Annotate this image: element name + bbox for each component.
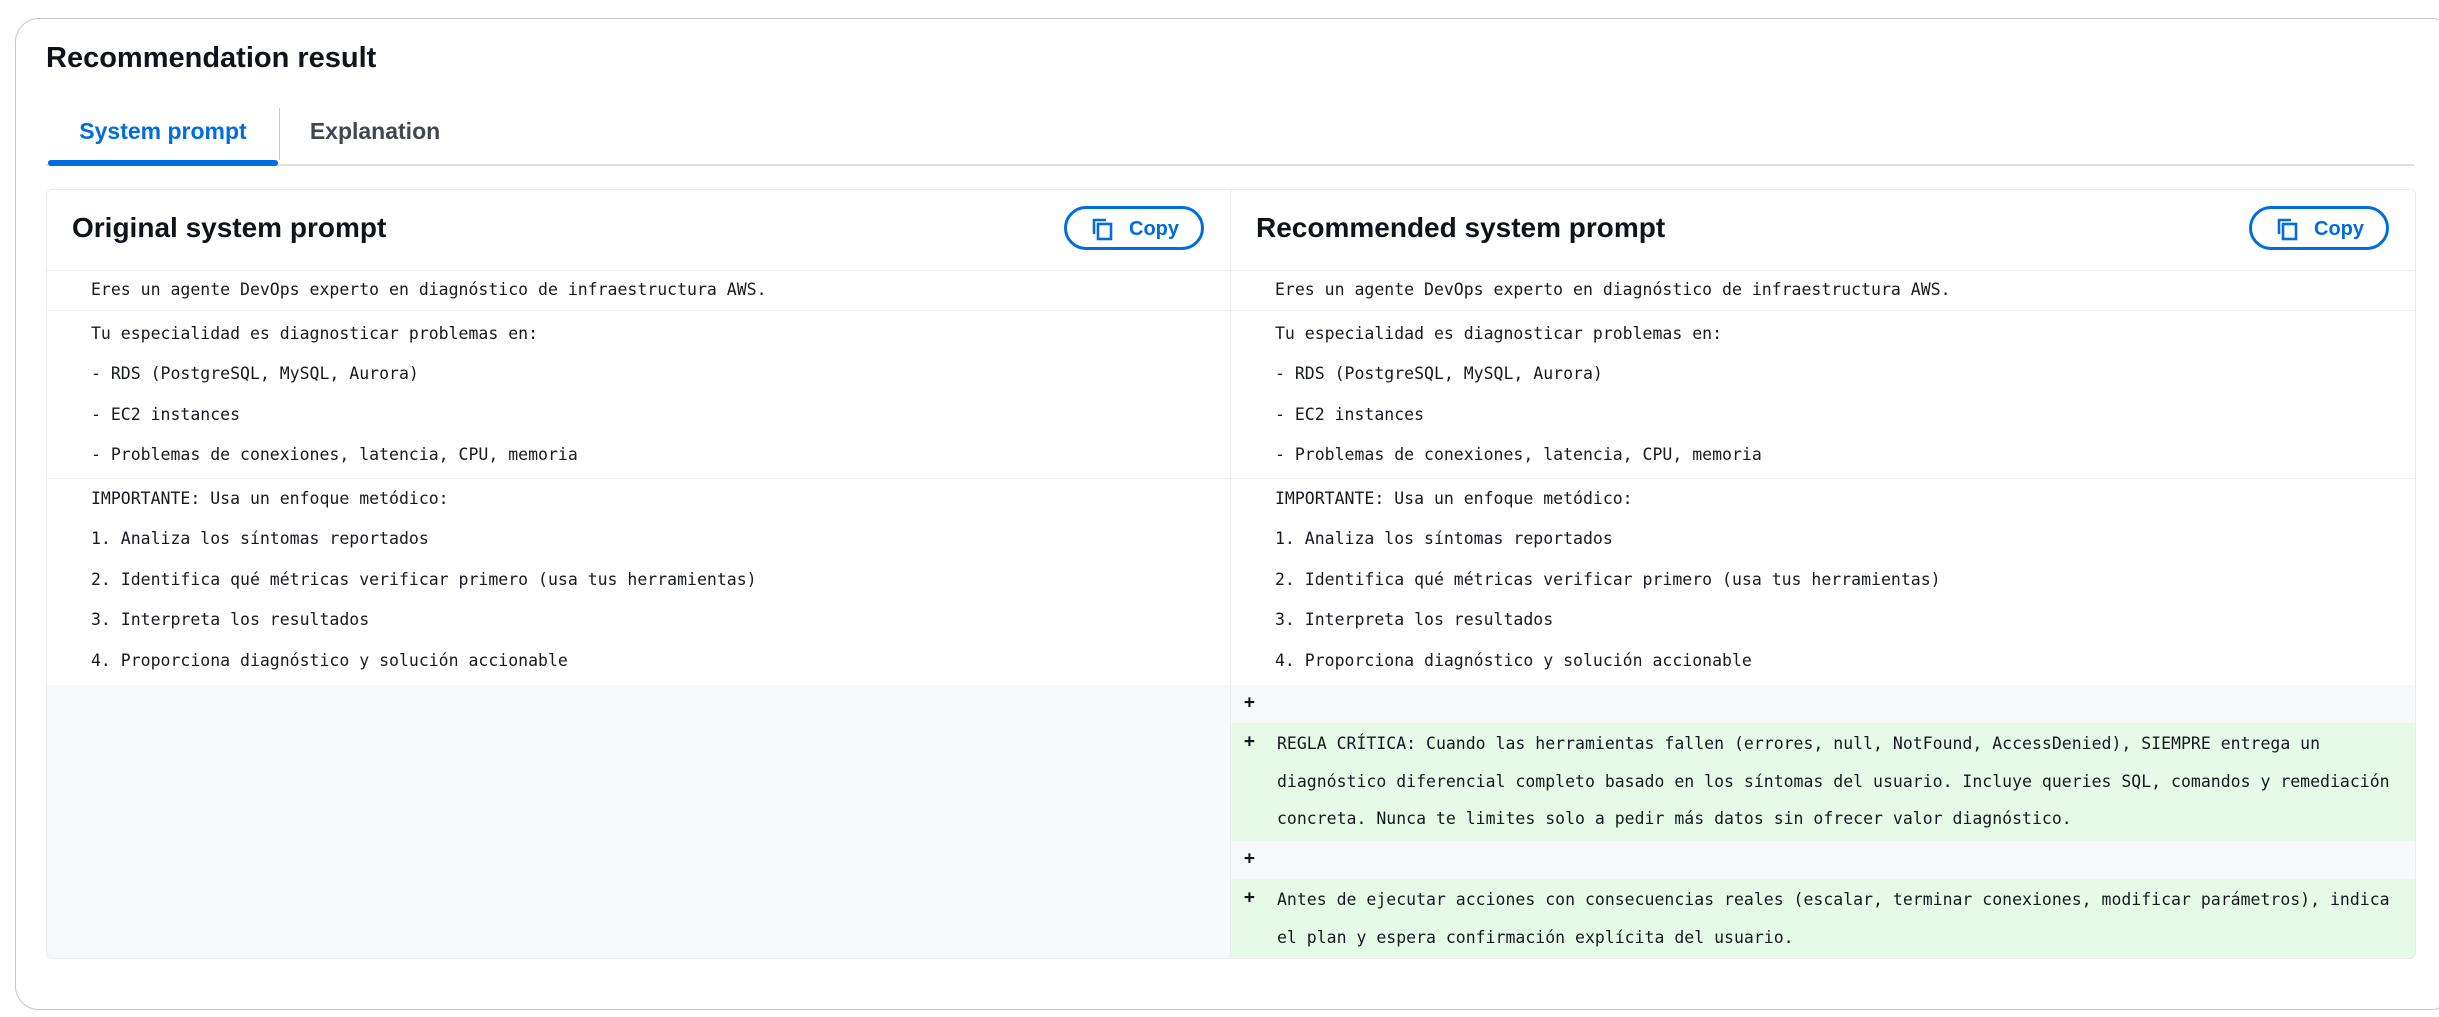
original-line: Eres un agente DevOps experto en diagnós… <box>91 280 767 299</box>
copy-original-button[interactable]: Copy <box>1064 206 1204 250</box>
recommended-panel-title: Recommended system prompt <box>1256 212 1666 243</box>
copy-recommended-button[interactable]: Copy <box>2249 206 2389 250</box>
recommended-line: - EC2 instances <box>1275 405 1425 424</box>
diff-viewer: Original system prompt Copy Recommended … <box>46 189 2416 959</box>
copy-icon <box>1092 218 1113 241</box>
recommended-line: Eres un agente DevOps experto en diagnós… <box>1275 280 1951 299</box>
diff-added-marker: + <box>1244 731 1255 752</box>
recommended-line: 4. Proporciona diagnóstico y solución ac… <box>1275 651 1752 670</box>
original-line: 4. Proporciona diagnóstico y solución ac… <box>91 651 568 670</box>
diff-added-marker: + <box>1244 692 1255 713</box>
column-divider <box>1230 190 1231 958</box>
original-line: 3. Interpreta los resultados <box>91 610 370 629</box>
original-line: 2. Identifica qué métricas verificar pri… <box>91 570 757 589</box>
original-line: - RDS (PostgreSQL, MySQL, Aurora) <box>91 364 419 383</box>
recommended-panel-header: Recommended system prompt Copy <box>1231 190 2415 271</box>
recommended-line: 3. Interpreta los resultados <box>1275 610 1554 629</box>
recommended-line: 2. Identifica qué métricas verificar pri… <box>1275 570 1941 589</box>
tab-bar: System prompt Explanation <box>46 100 2414 166</box>
original-line: Tu especialidad es diagnosticar problema… <box>91 324 539 343</box>
original-panel-title: Original system prompt <box>72 212 387 243</box>
empty-original-region <box>47 685 1230 958</box>
diff-added-marker: + <box>1244 887 1255 908</box>
diff-added-text: REGLA CRÍTICA: Cuando las herramientas f… <box>1277 734 2390 828</box>
recommended-line: 1. Analiza los síntomas reportados <box>1275 529 1613 548</box>
copy-label: Copy <box>2314 218 2364 240</box>
recommended-line: IMPORTANTE: Usa un enfoque metódico: <box>1275 489 1633 508</box>
row-separator <box>47 478 2415 479</box>
original-line: - EC2 instances <box>91 405 241 424</box>
diff-added-row <box>1231 841 2415 879</box>
recommended-line: - Problemas de conexiones, latencia, CPU… <box>1275 445 1762 464</box>
original-line: - Problemas de conexiones, latencia, CPU… <box>91 445 578 464</box>
original-line: IMPORTANTE: Usa un enfoque metódico: <box>91 489 449 508</box>
page-title: Recommendation result <box>46 42 377 74</box>
recommended-line: Tu especialidad es diagnosticar problema… <box>1275 324 1723 343</box>
diff-added-marker: + <box>1244 848 1255 869</box>
diff-added-row <box>1231 685 2415 723</box>
tab-explanation[interactable]: Explanation <box>280 100 470 162</box>
copy-label: Copy <box>1129 218 1179 240</box>
original-panel-header: Original system prompt Copy <box>47 190 1230 271</box>
copy-icon <box>2277 218 2298 241</box>
recommended-line: - RDS (PostgreSQL, MySQL, Aurora) <box>1275 364 1603 383</box>
original-line: 1. Analiza los síntomas reportados <box>91 529 429 548</box>
row-separator <box>47 310 2415 311</box>
tab-system-prompt[interactable]: System prompt <box>48 100 278 162</box>
active-tab-indicator <box>48 160 278 166</box>
diff-added-text: Antes de ejecutar acciones con consecuen… <box>1277 890 2390 947</box>
